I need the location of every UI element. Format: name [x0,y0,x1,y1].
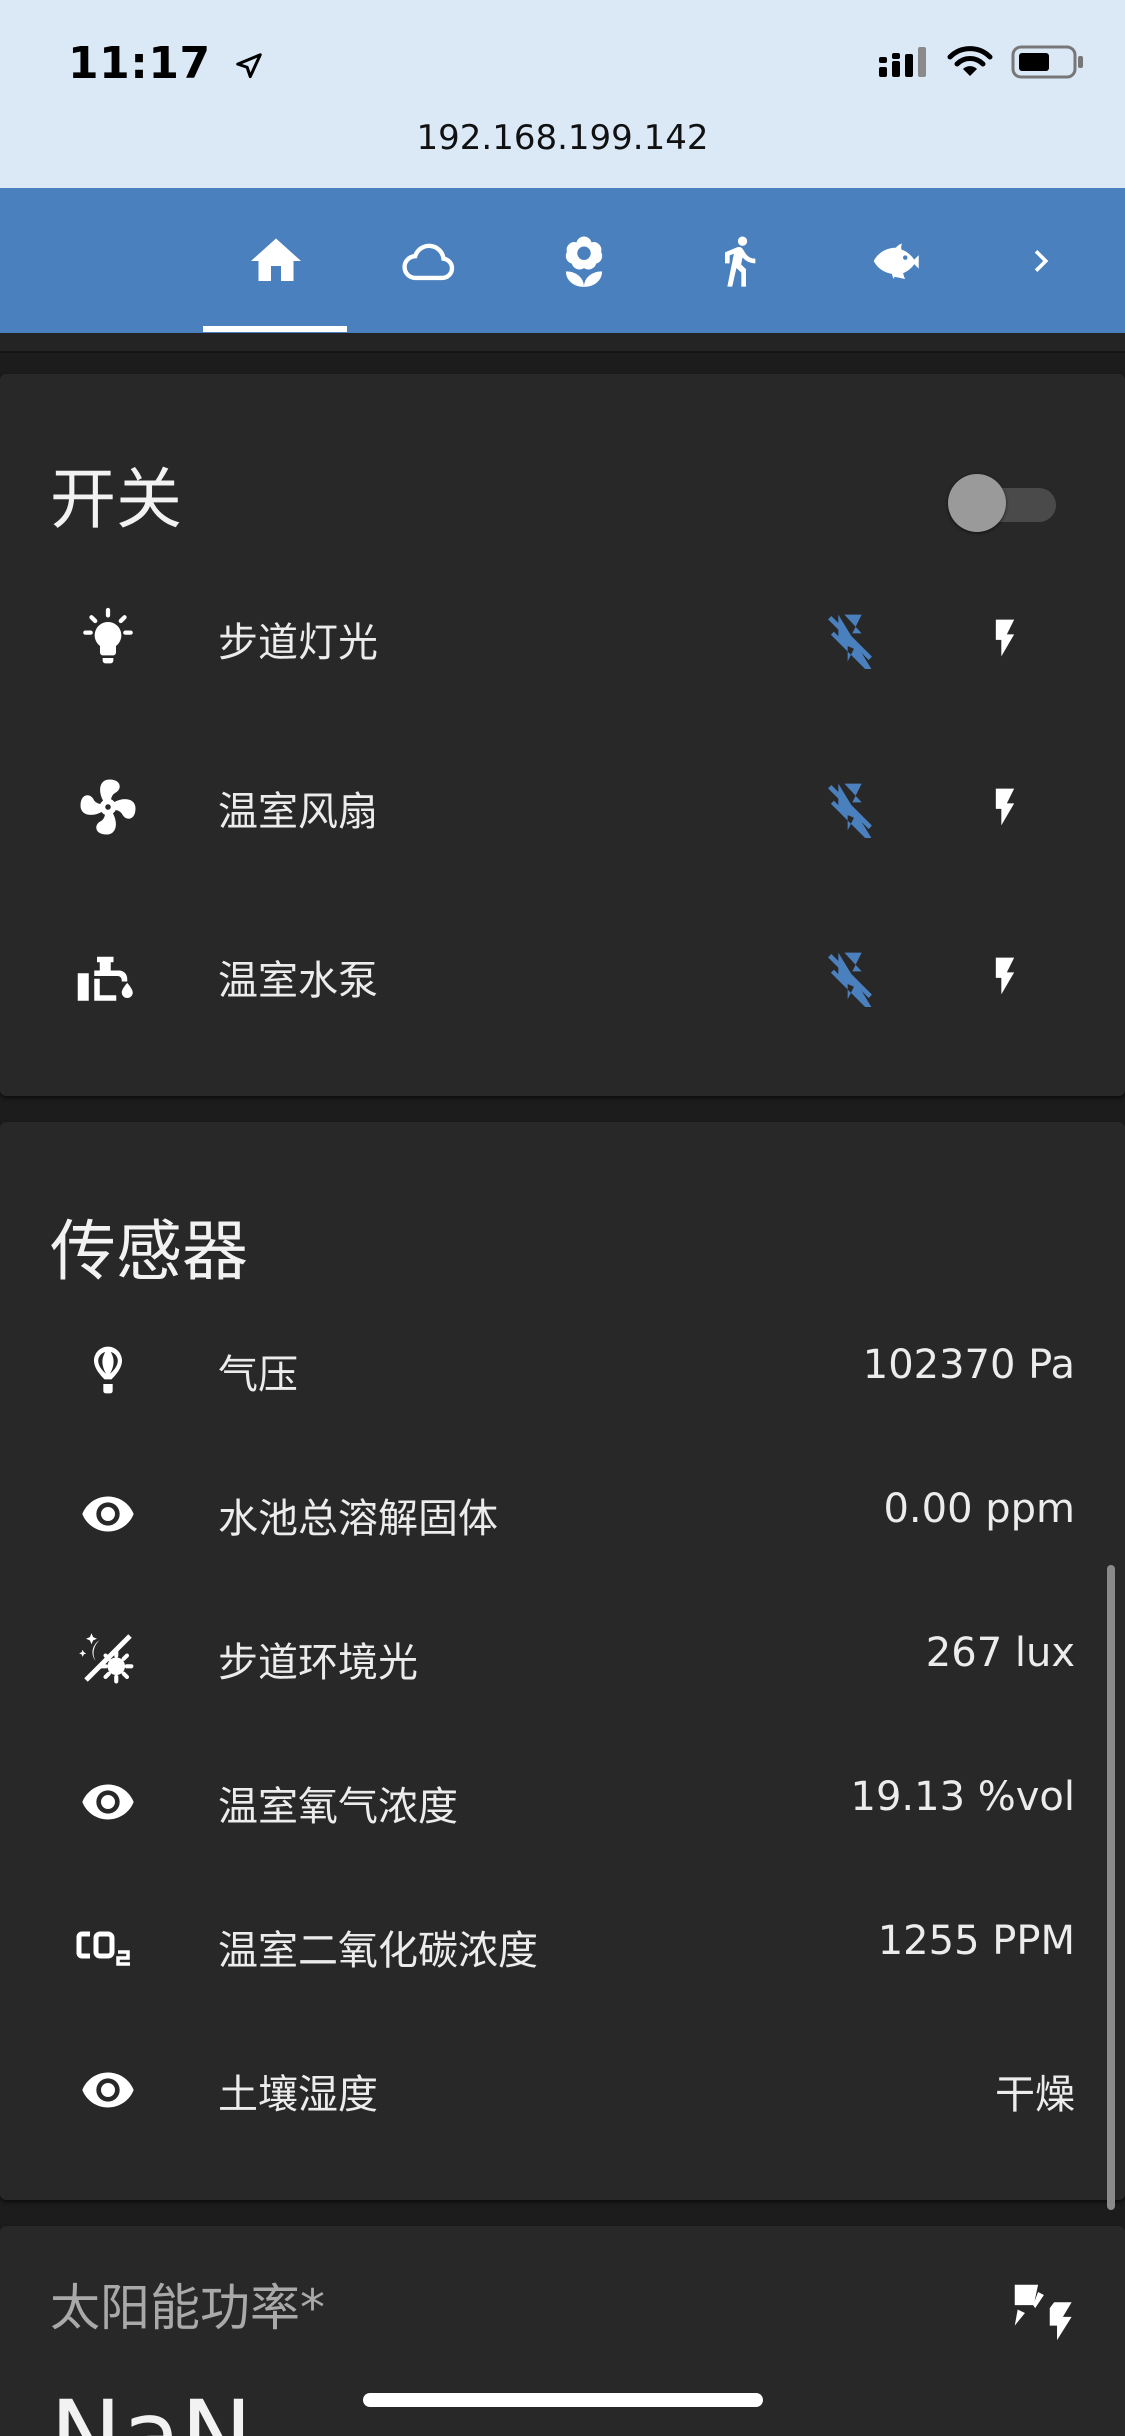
sensor-value: 干燥 [995,2072,1075,2118]
turn-on-button[interactable] [965,598,1045,678]
sensor-label: 土壤湿度 [218,2072,378,2118]
water-pump-icon [72,944,144,1008]
home-icon [250,238,301,281]
switches-master-toggle[interactable] [948,474,1060,532]
sensor-row-soil-moisture[interactable]: 土壤湿度 干燥 [0,2040,1125,2140]
sensor-label: 步道环境光 [218,1640,418,1686]
sensor-row-co2[interactable]: 温室二氧化碳浓度 1255 PPM [0,1896,1125,1996]
battery-icon [1011,45,1083,79]
cellular-signal-icon [879,47,926,77]
switch-row-greenhouse-pump: 温室水泵 [0,926,1125,1026]
switch-row-greenhouse-fan: 温室风扇 [0,757,1125,857]
tab-garden[interactable] [511,188,656,333]
lightbulb-icon [72,606,144,670]
cloud-icon [401,243,454,280]
flash-off-icon [828,952,872,1007]
walk-icon [724,236,755,287]
tab-scroll-right[interactable] [968,188,1113,333]
solar-power-icon [1014,2284,1072,2341]
switch-label: 温室风扇 [218,789,378,835]
tab-walkway[interactable] [666,188,811,333]
switch-row-walkway-light: 步道灯光 [0,588,1125,688]
wifi-icon [947,46,993,76]
tab-fish[interactable] [821,188,966,333]
view-tab-bar [0,188,1125,333]
switches-card-title: 开关 [50,461,182,538]
address-bar-url[interactable]: 192.168.199.142 [0,118,1125,158]
selected-tab-indicator [203,326,347,332]
flash-icon [995,957,1015,995]
page: 11:17 192.168.199.142 开关 步道灯光 温室风扇 温室水泵 … [0,0,1125,2436]
location-arrow-icon [236,53,263,79]
flower-icon [565,235,602,287]
tab-weather[interactable] [356,188,501,333]
sensor-value: 102370 Pa [862,1342,1075,1388]
sensor-value: 267 lux [925,1630,1075,1676]
sensor-label: 温室氧气浓度 [218,1784,458,1830]
tab-home[interactable] [203,188,348,333]
sensor-row-pressure[interactable]: 气压 102370 Pa [0,1320,1125,1420]
eye-icon [72,1482,144,1546]
status-time-text: 11:17 [68,38,211,89]
turn-on-button[interactable] [965,767,1045,847]
fish-icon [873,242,919,279]
eye-icon [72,2058,144,2122]
sensor-value: 19.13 %vol [850,1774,1076,1820]
sensor-row-ambient-light[interactable]: 步道环境光 267 lux [0,1608,1125,1708]
turn-on-button[interactable] [965,936,1045,1016]
sensor-label: 温室二氧化碳浓度 [218,1928,538,1974]
eye-icon [72,1770,144,1834]
sensor-value: 0.00 ppm [883,1486,1075,1532]
turn-off-button[interactable] [810,936,890,1016]
sensor-label: 水池总溶解固体 [218,1496,498,1542]
toggle-knob [948,474,1006,532]
status-indicators [877,44,1085,80]
previous-card-bottom [0,333,1125,353]
home-indicator[interactable] [363,2393,763,2407]
switch-label: 温室水泵 [218,958,378,1004]
status-time: 11:17 [68,38,264,89]
theme-light-dark-icon [72,1626,144,1690]
chevron-right-icon [1034,249,1048,272]
flash-icon [995,788,1015,826]
solar-power-title: 太阳能功率* [50,2279,325,2337]
switch-label: 步道灯光 [218,620,378,666]
sensor-row-tds[interactable]: 水池总溶解固体 0.00 ppm [0,1464,1125,1564]
flash-off-icon [828,783,872,838]
browser-status-bar: 11:17 192.168.199.142 [0,0,1125,188]
turn-off-button[interactable] [810,767,890,847]
page-scrollbar[interactable] [1107,1565,1115,2210]
sensors-card-title: 传感器 [50,1213,248,1290]
sensor-row-oxygen[interactable]: 温室氧气浓度 19.13 %vol [0,1752,1125,1852]
solar-power-value: NaN [50,2380,253,2436]
fan-icon [72,775,144,839]
turn-off-button[interactable] [810,598,890,678]
hot-air-balloon-icon [72,1338,144,1402]
sensor-value: 1255 PPM [877,1918,1075,1964]
sensor-label: 气压 [218,1352,298,1398]
flash-off-icon [828,614,872,669]
flash-icon [995,619,1015,657]
co2-icon [72,1914,144,1978]
